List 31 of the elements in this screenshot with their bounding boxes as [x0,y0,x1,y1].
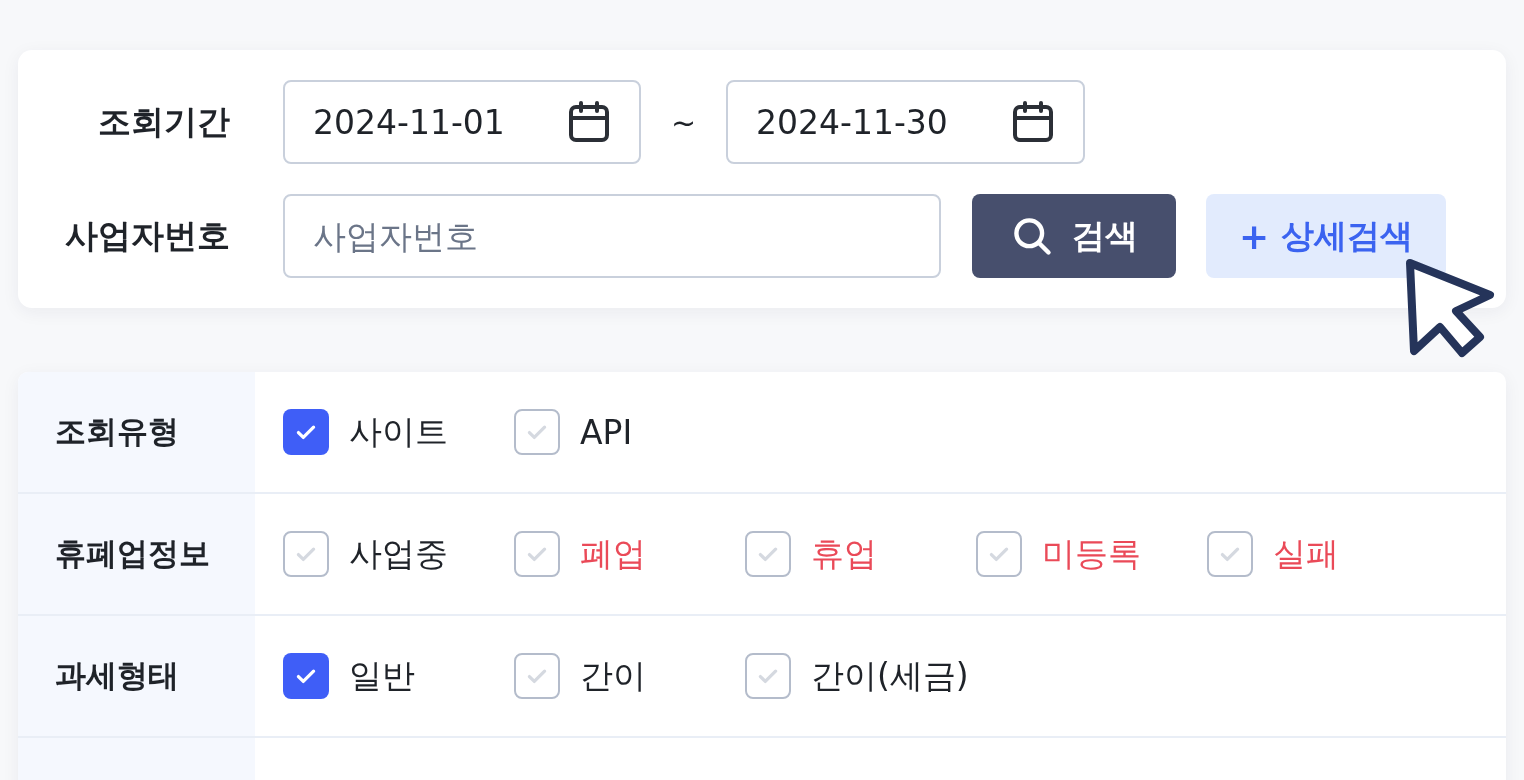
range-separator: ~ [669,104,698,140]
option-label: API [580,412,633,452]
checkbox[interactable] [745,531,791,577]
detail-search-button[interactable]: + 상세검색 [1206,194,1446,278]
option-label: 휴업 [811,532,877,575]
option-label: 미등록 [1042,532,1141,575]
checkbox[interactable] [514,409,560,455]
option-label: 간이(세금) [811,654,969,697]
option-label: 폐업 [580,532,646,575]
option-label: 사이트 [349,410,448,453]
checkbox[interactable] [745,653,791,699]
search-button[interactable]: 검색 [972,194,1176,278]
checkbox[interactable] [514,531,560,577]
checkbox[interactable] [514,653,560,699]
date-field[interactable]: 2024-11-30 [726,80,1085,164]
filter-label: 조회유형 [55,412,179,451]
filter-label: 과세형태 [55,656,179,695]
option-label: 간이 [580,654,646,697]
field-label: 사업자번호 [64,214,230,257]
date-field[interactable]: 2024-11-01 [283,80,641,164]
business-number-field[interactable]: 사업자번호 [283,194,941,278]
checkbox[interactable] [976,531,1022,577]
checkbox[interactable] [283,531,329,577]
option-label: 실패 [1273,532,1339,575]
field-label: 조회기간 [97,100,230,143]
option-label: 사업중 [349,532,448,575]
option-label: 일반 [349,654,415,697]
filter-label: 휴폐업정보 [55,534,210,573]
checkbox[interactable] [283,653,329,699]
checkbox[interactable] [1207,531,1253,577]
checkbox[interactable] [283,409,329,455]
